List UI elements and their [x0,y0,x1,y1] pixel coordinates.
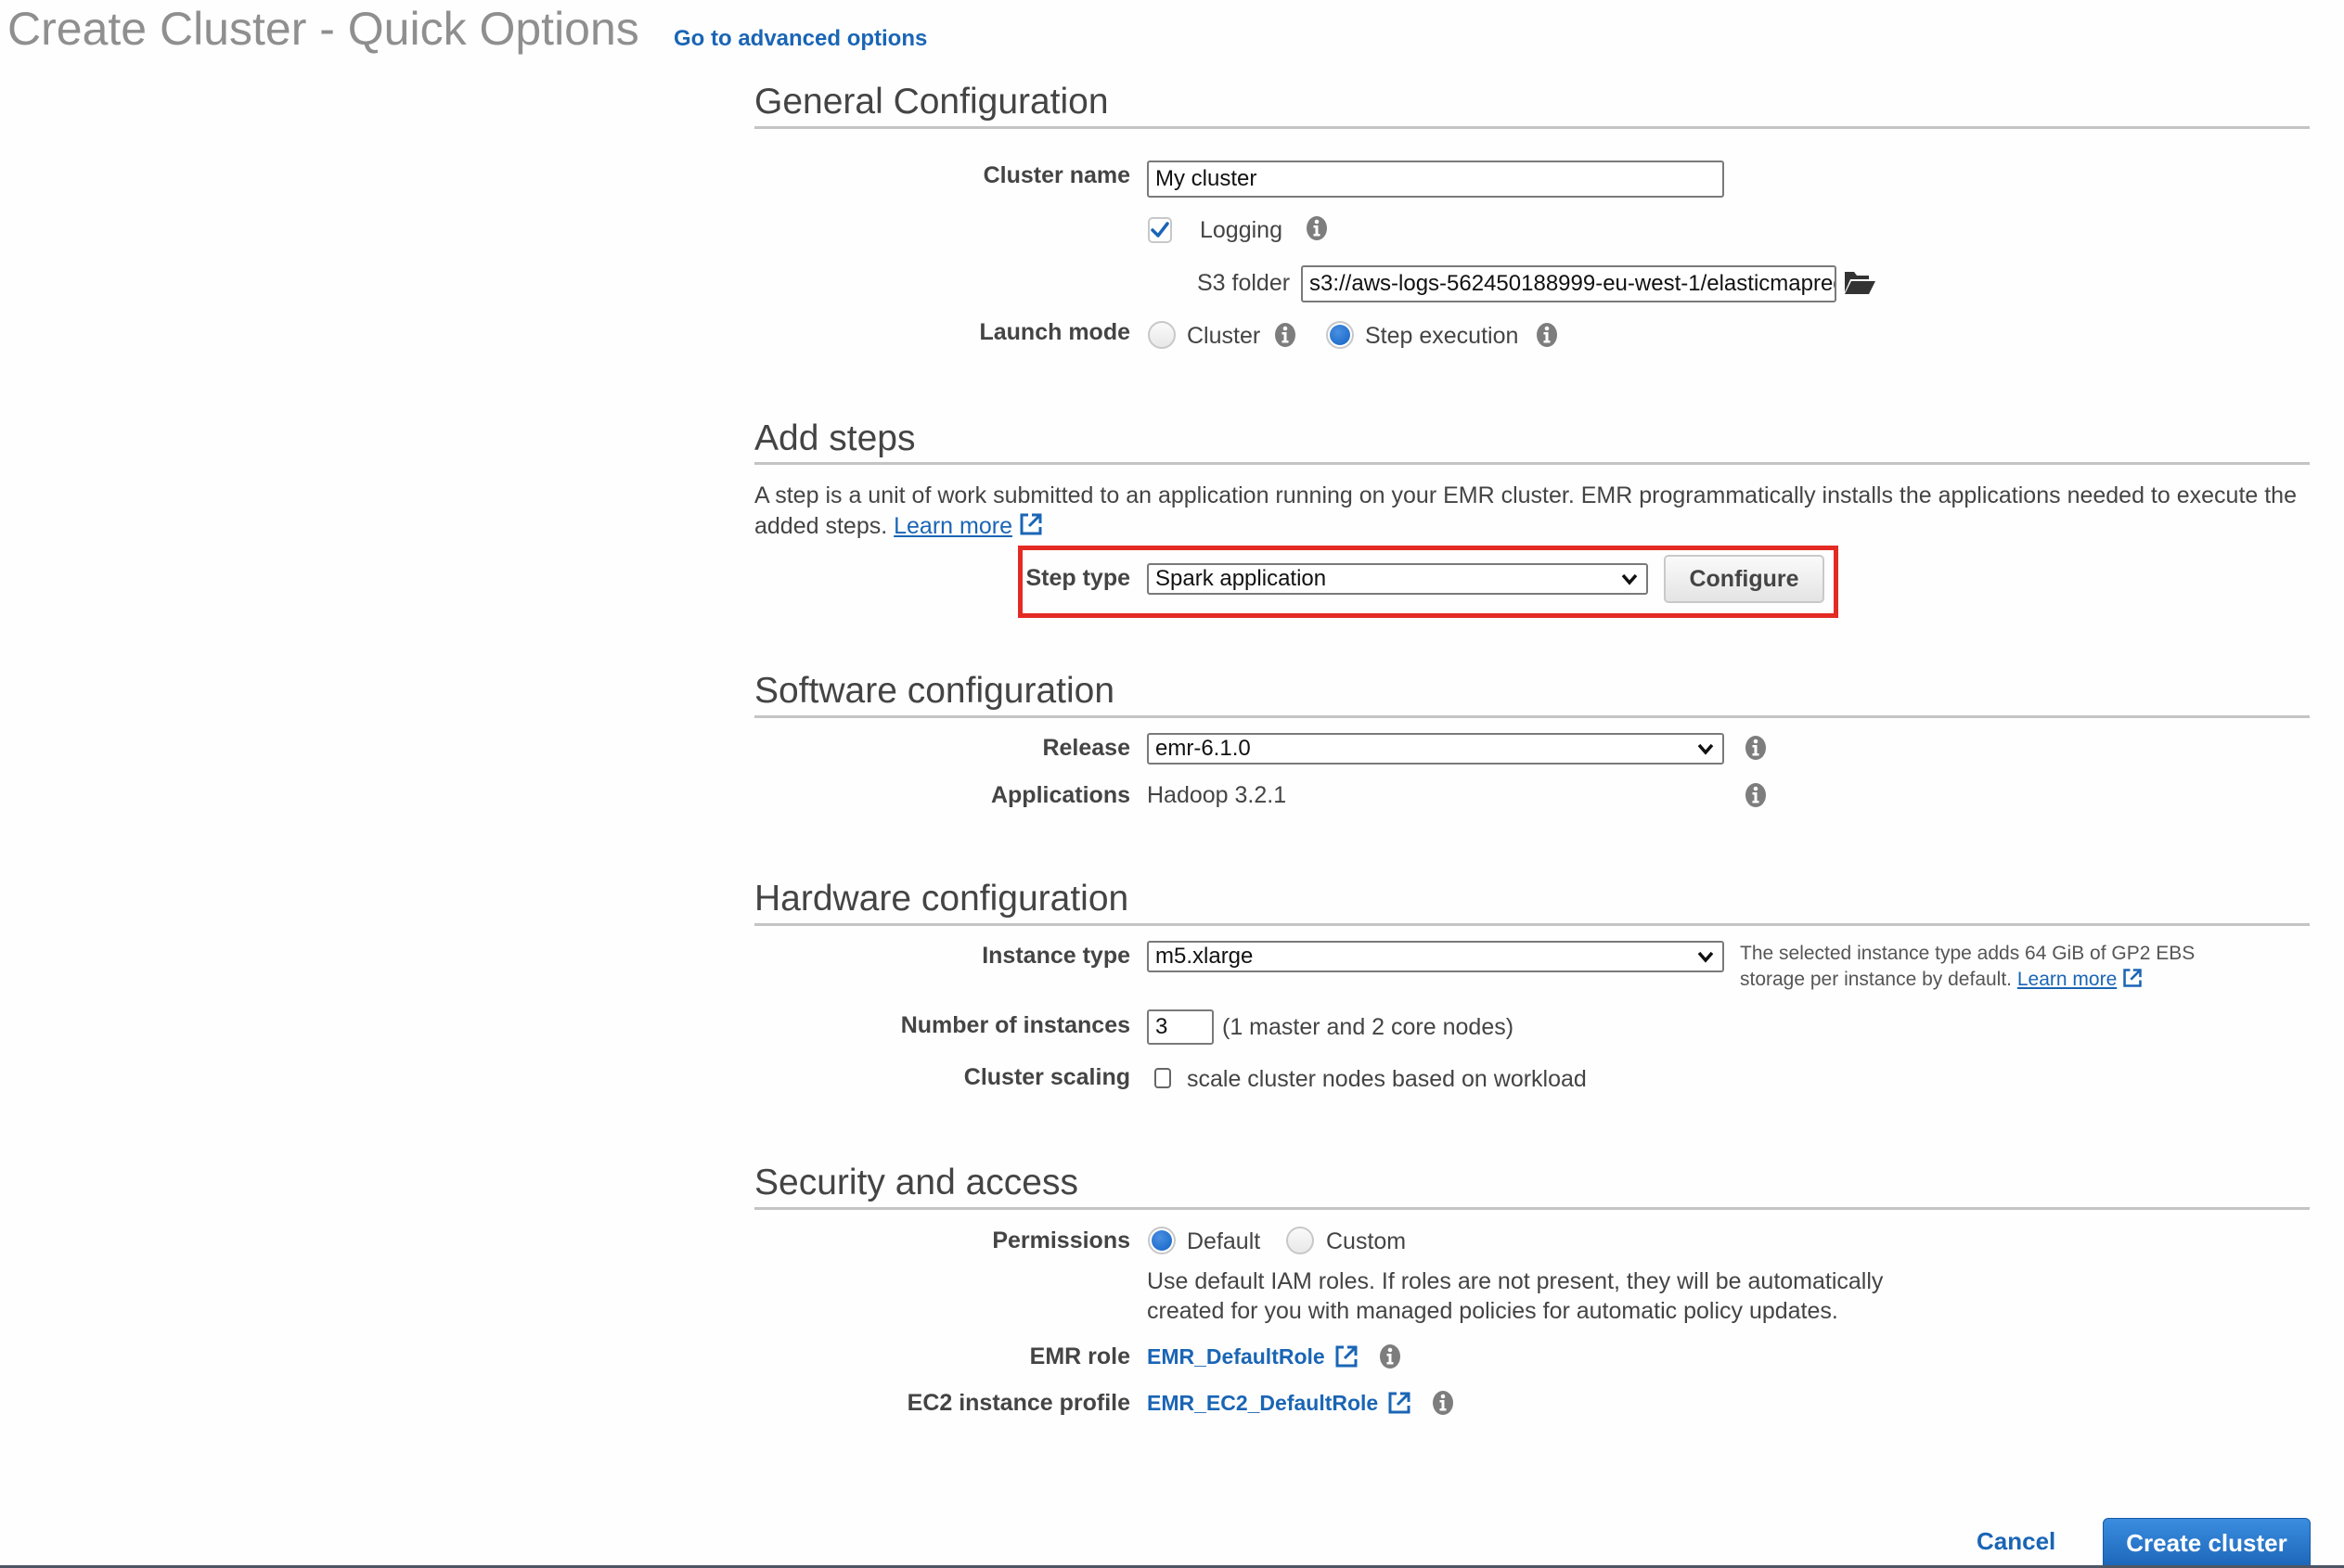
s3-folder-value: s3://aws-logs-562450188999-eu-west-1/ela… [1309,271,1836,296]
section-title-steps: Add steps [754,418,916,458]
instance-hint-line1: The selected instance type adds 64 GiB o… [1740,943,2196,964]
release-value: emr-6.1.0 [1155,736,1251,761]
steps-learn-more-link[interactable]: Learn more [894,513,1012,539]
logging-label: Logging [1200,217,1282,243]
info-icon[interactable] [1745,735,1767,761]
permissions-note-line1: Use default IAM roles. If roles are not … [1147,1268,1884,1294]
external-link-icon[interactable] [1387,1391,1411,1415]
instance-type-label: Instance type [982,943,1130,969]
permissions-note-line2: created for you with managed policies fo… [1147,1298,1838,1324]
ec2-profile-label: EC2 instance profile [907,1390,1130,1416]
checkmark-icon [1151,222,1169,238]
section-title-hardware: Hardware configuration [754,879,1129,919]
info-icon[interactable] [1536,322,1558,348]
info-icon[interactable] [1745,782,1767,808]
steps-description: A step is a unit of work submitted to an… [754,481,2313,542]
cluster-scaling-label: Cluster scaling [963,1064,1130,1090]
page-title: Create Cluster - Quick Options [7,3,639,55]
instance-type-hint: The selected instance type adds 64 GiB o… [1740,941,2195,993]
instance-type-value: m5.xlarge [1155,944,1254,969]
permissions-note: Use default IAM roles. If roles are not … [1147,1266,1883,1326]
folder-open-icon[interactable] [1843,268,1876,296]
section-title-software: Software configuration [754,671,1115,711]
launch-mode-step-radio[interactable] [1326,321,1354,349]
chevron-down-icon [1697,743,1714,755]
launch-mode-step-label: Step execution [1365,323,1519,349]
release-label: Release [1042,735,1130,761]
num-instances-input[interactable]: 3 [1147,1009,1214,1045]
section-title-security: Security and access [754,1163,1079,1202]
section-divider [754,126,2310,129]
create-cluster-button[interactable]: Create cluster [2103,1518,2311,1568]
num-instances-label: Number of instances [900,1012,1130,1038]
num-instances-note: (1 master and 2 core nodes) [1222,1014,1514,1040]
ec2-profile-row: EMR_EC2_DefaultRole [1147,1390,1454,1416]
section-title-general: General Configuration [754,82,1109,122]
step-type-label: Step type [1025,565,1130,591]
step-type-value: Spark application [1155,566,1327,591]
instance-hint-line2: storage per instance by default. Learn m… [1740,967,2195,993]
cluster-name-value: My cluster [1155,166,1257,191]
chevron-down-icon [1621,573,1638,585]
instance-type-select[interactable]: m5.xlarge [1147,941,1724,972]
instance-learn-more-link[interactable]: Learn more [2017,969,2117,990]
applications-value: Hadoop 3.2.1 [1147,782,1287,808]
emr-role-row: EMR_DefaultRole [1147,1343,1401,1369]
cluster-name-label: Cluster name [983,162,1130,188]
cluster-scaling-option: scale cluster nodes based on workload [1187,1066,1587,1092]
section-divider [754,715,2310,718]
cluster-name-input[interactable]: My cluster [1147,161,1724,198]
num-instances-value: 3 [1155,1014,1168,1039]
emr-role-link[interactable]: EMR_DefaultRole [1147,1344,1325,1369]
release-select[interactable]: emr-6.1.0 [1147,733,1724,765]
applications-label: Applications [990,782,1130,808]
s3-folder-label: S3 folder [1197,270,1291,296]
permissions-default-label: Default [1187,1228,1261,1254]
permissions-custom-radio[interactable] [1286,1227,1314,1254]
launch-mode-label: Launch mode [979,319,1130,345]
step-type-select[interactable]: Spark application [1147,563,1648,595]
advanced-options-link[interactable]: Go to advanced options [674,26,927,52]
section-divider [754,462,2310,465]
emr-role-label: EMR role [1029,1343,1130,1369]
info-icon[interactable] [1432,1390,1454,1416]
info-icon[interactable] [1379,1343,1401,1369]
ec2-profile-link[interactable]: EMR_EC2_DefaultRole [1147,1391,1378,1416]
section-divider [754,1207,2310,1210]
permissions-label: Permissions [992,1227,1130,1253]
permissions-default-radio[interactable] [1148,1227,1176,1254]
section-divider [754,923,2310,926]
launch-mode-cluster-radio[interactable] [1148,321,1176,349]
instance-hint-line2-text: storage per instance by default. [1740,969,2013,990]
external-link-icon[interactable] [1019,512,1043,536]
external-link-icon[interactable] [2122,968,2143,988]
info-icon[interactable] [1306,215,1328,241]
external-link-icon[interactable] [1334,1344,1359,1369]
permissions-custom-label: Custom [1326,1228,1407,1254]
configure-button[interactable]: Configure [1664,555,1824,603]
chevron-down-icon [1697,951,1714,963]
info-icon[interactable] [1274,322,1296,348]
cluster-scaling-checkbox[interactable] [1154,1068,1171,1088]
logging-checkbox[interactable] [1148,217,1172,243]
cancel-button[interactable]: Cancel [1977,1527,2055,1556]
launch-mode-cluster-label: Cluster [1187,323,1261,349]
s3-folder-input[interactable]: s3://aws-logs-562450188999-eu-west-1/ela… [1301,265,1836,302]
